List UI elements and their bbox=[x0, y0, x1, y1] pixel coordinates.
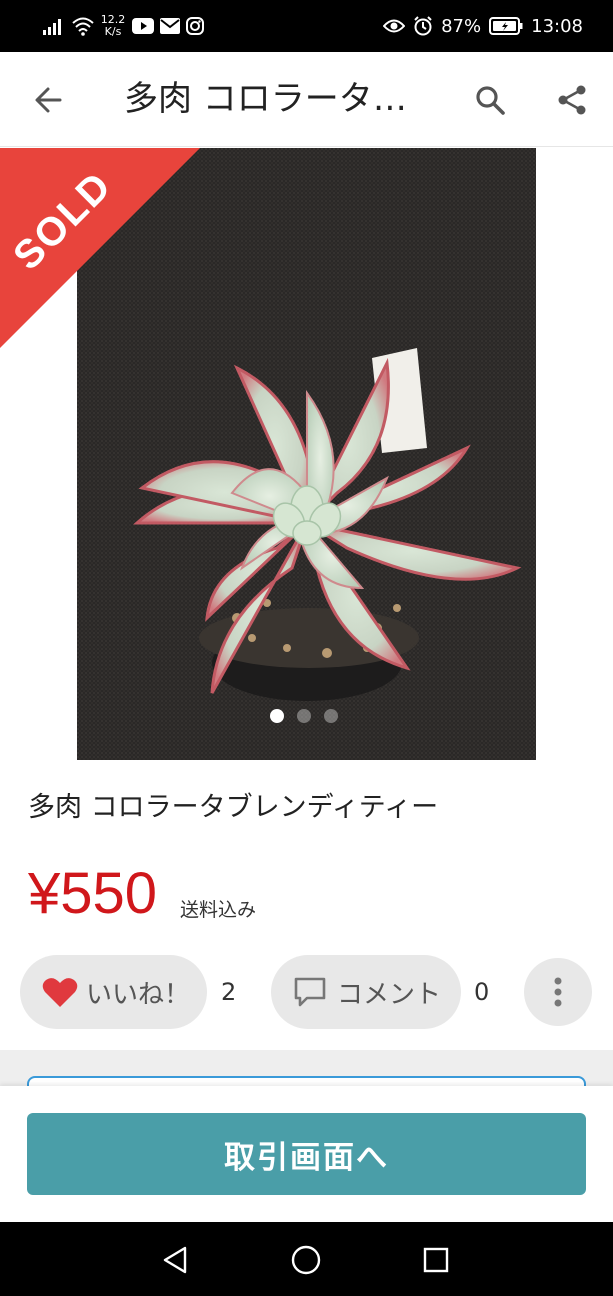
clock: 13:08 bbox=[531, 15, 583, 37]
battery-percent: 87% bbox=[441, 15, 482, 37]
like-label: いいね！ bbox=[86, 979, 191, 1010]
nav-back-button[interactable] bbox=[155, 1240, 195, 1280]
carousel-dot[interactable] bbox=[324, 709, 338, 723]
more-vertical-icon bbox=[554, 977, 562, 1007]
bottom-action-bar: 取引画面へ bbox=[0, 1086, 613, 1222]
next-image-icon[interactable] bbox=[552, 428, 592, 488]
wifi-icon bbox=[72, 16, 94, 36]
carousel-dot[interactable] bbox=[297, 709, 311, 723]
system-nav-bar bbox=[0, 1222, 613, 1296]
search-icon bbox=[476, 86, 505, 115]
heart-icon bbox=[42, 978, 78, 1007]
net-speed-unit: K/s bbox=[104, 25, 122, 38]
like-button[interactable]: いいね！ bbox=[20, 955, 207, 1029]
search-button[interactable] bbox=[470, 80, 510, 120]
shipping-note: 送料込み bbox=[180, 899, 257, 921]
eye-icon bbox=[383, 18, 406, 34]
comment-count: 0 bbox=[474, 978, 490, 1006]
trade-screen-button[interactable]: 取引画面へ bbox=[27, 1113, 586, 1195]
share-icon bbox=[558, 85, 586, 115]
signal-icon bbox=[42, 16, 66, 36]
status-left: 12.2 K/s bbox=[42, 10, 204, 42]
app-bar: 多肉 コロラータブレンディティー bbox=[0, 52, 613, 147]
comment-icon bbox=[294, 977, 326, 1007]
nav-recents-icon bbox=[423, 1247, 449, 1273]
image-carousel[interactable]: SOLD bbox=[0, 148, 613, 760]
sold-badge: SOLD bbox=[0, 148, 200, 348]
alarm-icon bbox=[413, 16, 433, 36]
carousel-dots bbox=[270, 709, 338, 723]
item-price: ¥550 bbox=[28, 861, 158, 926]
share-button[interactable] bbox=[552, 80, 592, 120]
status-right: 87% 13:08 bbox=[383, 10, 583, 42]
battery-icon bbox=[489, 17, 523, 35]
item-title: 多肉 コロラータブレンディティー bbox=[28, 792, 439, 823]
net-speed: 12.2 K/s bbox=[100, 14, 126, 38]
youtube-icon bbox=[132, 18, 154, 34]
more-options-button[interactable] bbox=[524, 958, 592, 1026]
carousel-dot[interactable] bbox=[270, 709, 284, 723]
nav-recents-button[interactable] bbox=[416, 1240, 456, 1280]
page-title: 多肉 コロラータブレンディティー bbox=[124, 79, 414, 119]
like-count: 2 bbox=[221, 978, 237, 1006]
back-button[interactable] bbox=[28, 80, 68, 120]
status-bar: 12.2 K/s 87% 13:08 bbox=[0, 0, 613, 52]
comment-label: コメント bbox=[337, 979, 442, 1010]
mail-icon bbox=[160, 18, 180, 34]
comment-button[interactable]: コメント bbox=[271, 955, 461, 1029]
nav-home-button[interactable] bbox=[286, 1240, 326, 1280]
instagram-icon bbox=[186, 17, 204, 35]
nav-home-icon bbox=[291, 1245, 321, 1275]
nav-back-icon bbox=[163, 1246, 187, 1274]
back-arrow-icon bbox=[35, 87, 62, 113]
